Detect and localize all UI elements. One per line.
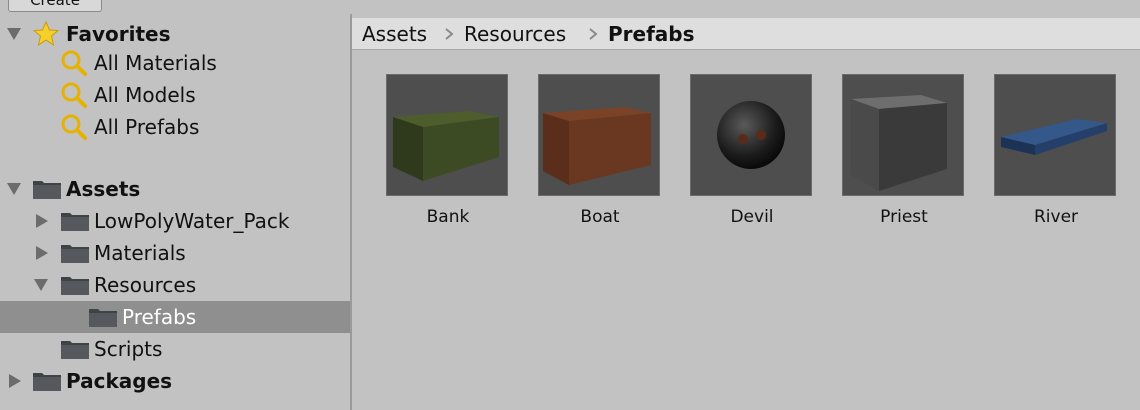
tree-item-resources[interactable]: Resources [0,269,350,301]
folder-icon [61,277,89,295]
asset-label: Devil [730,207,774,227]
expand-caret-icon[interactable] [7,183,21,195]
tree-item-all-materials[interactable]: All Materials [0,47,350,79]
collapse-caret-icon[interactable] [36,246,48,260]
folder-icon [89,309,117,327]
asset-item-river[interactable]: River [994,74,1118,227]
tree-item-packages[interactable]: Packages [0,365,350,397]
tree-item-prefabs[interactable]: Prefabs [0,301,350,333]
folder-icon [61,213,89,231]
asset-item-bank[interactable]: Bank [386,74,510,227]
boat-prefab-icon [538,74,660,196]
asset-label: Priest [880,207,928,227]
tree-item-label: Resources [94,273,197,297]
project-tree: Favorites All Materials All Models All P… [0,14,350,410]
asset-item-boat[interactable]: Boat [538,74,662,227]
expand-caret-icon[interactable] [34,279,48,291]
tree-item-label: Favorites [66,22,171,46]
breadcrumb-item-assets[interactable]: Assets [362,22,427,46]
tree-item-all-models[interactable]: All Models [0,79,350,111]
tree-item-assets[interactable]: Assets [0,173,350,205]
breadcrumb: Assets Resources Prefabs [352,18,1140,50]
bank-prefab-icon [386,74,508,196]
asset-label: Bank [426,207,470,227]
tree-item-label: LowPolyWater_Pack [94,209,290,233]
tree-item-label: Scripts [94,337,163,361]
star-icon [32,20,60,47]
asset-label: River [1033,207,1079,227]
river-prefab-icon [994,74,1116,196]
chevron-right-icon [445,28,454,40]
breadcrumb-item-prefabs[interactable]: Prefabs [608,22,695,46]
asset-label: Boat [580,207,620,227]
folder-icon [61,245,89,263]
breadcrumb-item-resources[interactable]: Resources [464,22,566,46]
priest-prefab-icon [842,74,964,196]
tree-item-lowpolywater-pack[interactable]: LowPolyWater_Pack [0,205,350,237]
folder-icon [61,341,89,359]
devil-prefab-icon [690,74,812,196]
tree-item-label: All Materials [94,51,217,75]
tree-item-materials[interactable]: Materials [0,237,350,269]
tree-item-label: All Prefabs [94,115,200,139]
tree-item-label: All Models [94,83,196,107]
tree-item-favorites[interactable]: Favorites [0,18,350,50]
asset-browser: Assets Resources Prefabs Bank Boat Devil… [352,14,1140,410]
tree-item-label: Packages [66,369,173,393]
expand-caret-icon[interactable] [7,28,21,40]
tree-item-label: Prefabs [122,305,197,329]
folder-icon [33,373,61,391]
tree-item-all-prefabs[interactable]: All Prefabs [0,111,350,143]
collapse-caret-icon[interactable] [36,214,48,228]
chevron-right-icon [589,28,598,40]
search-filter-icon [61,114,87,140]
tree-item-label: Assets [66,177,141,201]
asset-item-priest[interactable]: Priest [842,74,966,227]
search-filter-icon [61,50,87,76]
collapse-caret-icon[interactable] [9,374,21,388]
search-filter-icon [61,82,87,108]
folder-icon [33,181,61,199]
toolbar: Create [0,0,1140,14]
tree-item-label: Materials [94,241,186,265]
tree-item-scripts[interactable]: Scripts [0,333,350,365]
create-button[interactable]: Create [8,0,102,12]
asset-item-devil[interactable]: Devil [690,74,814,227]
